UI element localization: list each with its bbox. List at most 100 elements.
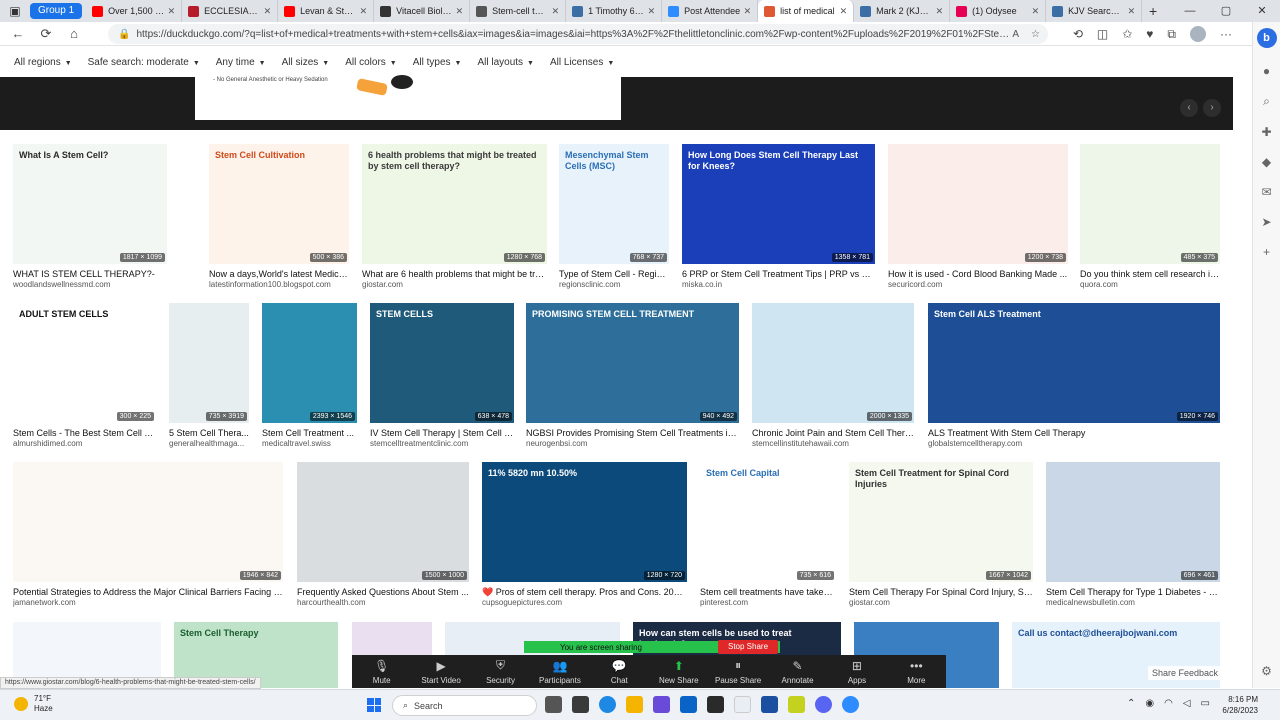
mail-icon[interactable] [680, 696, 697, 713]
favorite-star-icon[interactable]: ☆ [1031, 29, 1040, 40]
result-thumbnail[interactable]: 696 × 461 [1046, 462, 1220, 582]
chrome-icon[interactable] [734, 696, 751, 713]
tab-close-icon[interactable]: ✕ [1128, 6, 1136, 17]
read-aloud-icon[interactable]: A [1012, 29, 1019, 40]
image-result-card[interactable]: 2393 × 1546 Stem Cell Treatment ... medica… [262, 303, 357, 453]
weather-widget[interactable]: 71°F Haze [14, 694, 53, 714]
filter-dropdown[interactable]: All Licenses ▼ [550, 57, 614, 68]
filter-dropdown[interactable]: Safe search: moderate ▼ [88, 57, 200, 68]
result-source[interactable]: jamanetwork.com [13, 598, 283, 607]
refresh-button[interactable]: ⟳ [32, 26, 60, 42]
result-title[interactable]: Stem Cells - The Best Stem Cell Tr... [13, 428, 156, 438]
files-icon[interactable] [626, 696, 643, 713]
result-source[interactable]: medicalnewsbulletin.com [1046, 598, 1220, 607]
result-title[interactable]: NGBSI Provides Promising Stem Cell Treat… [526, 428, 739, 438]
result-source[interactable]: generalhealthmaga... [169, 439, 249, 448]
result-title[interactable]: WHAT IS STEM CELL THERAPY?- [13, 269, 167, 279]
result-source[interactable]: securicord.com [888, 280, 1068, 289]
filter-dropdown[interactable]: All layouts ▼ [477, 57, 534, 68]
browser-tab[interactable]: Levan & Stem ✕ [278, 0, 375, 22]
task-view-icon[interactable] [545, 696, 562, 713]
split-screen-icon[interactable]: ◫ [1097, 27, 1108, 41]
office-icon[interactable]: ◆ [1262, 155, 1271, 169]
result-thumbnail[interactable]: 2393 × 1546 [262, 303, 357, 423]
detail-image-preview[interactable]: - No General Anesthetic or Heavy Sedatio… [195, 75, 621, 120]
image-result-card[interactable]: 1200 × 738 How it is used - Cord Blood Ba… [888, 144, 1068, 294]
result-title[interactable]: Do you think stem cell research is... [1080, 269, 1220, 279]
result-title[interactable]: Stem Cell Treatment ... [262, 428, 357, 438]
result-thumbnail[interactable]: Stem Cell ALS Treatment 1920 × 746 [928, 303, 1220, 423]
outlook-icon[interactable]: ✉ [1261, 185, 1271, 199]
image-result-card[interactable]: How Long Does Stem Cell Therapy Last for… [682, 144, 875, 294]
new-tab-button[interactable]: + [1142, 3, 1164, 19]
browser-tab[interactable]: Vitacell Biologi ✕ [374, 0, 471, 22]
add-sidebar-app-icon[interactable]: + [1263, 245, 1270, 259]
browser-tab[interactable]: list of medical ✕ [758, 0, 855, 22]
zoom-start-video-button[interactable]: ▶ Start Video [411, 655, 470, 688]
collections-icon[interactable]: ⧉ [1167, 27, 1176, 42]
calendar-icon[interactable] [761, 696, 778, 713]
notification-icon[interactable]: ● [1263, 64, 1270, 78]
result-source[interactable]: neurogenbsi.com [526, 439, 739, 448]
battery-icon[interactable]: ▭ [1201, 698, 1210, 709]
tab-close-icon[interactable]: ✕ [168, 6, 176, 17]
zoom-app-icon[interactable] [842, 696, 859, 713]
image-result-card[interactable]: 11% 5820 mn 10.50% 1280 × 720 ❤️ Pros of s… [482, 462, 687, 612]
tab-close-icon[interactable]: ✕ [552, 6, 560, 17]
browser-tab[interactable]: Post Attendee ✕ [662, 0, 759, 22]
result-source[interactable]: regionsclinic.com [559, 280, 669, 289]
result-thumbnail[interactable]: 2000 × 1335 [752, 303, 914, 423]
tab-actions-icon[interactable]: ▣ [0, 0, 30, 22]
result-source[interactable]: miska.co.in [682, 280, 875, 289]
result-thumbnail[interactable]: Mesenchymal Stem Cells (MSC) 768 × 737 [559, 144, 669, 264]
result-title[interactable]: Now a days,World's latest Medical... [209, 269, 349, 279]
result-source[interactable]: woodlandswellnessmd.com [13, 280, 167, 289]
result-title[interactable]: ALS Treatment With Stem Cell Therapy [928, 428, 1220, 438]
discord-icon[interactable] [815, 696, 832, 713]
image-result-card[interactable]: 1500 × 1000 Frequently Asked Questions Ab… [297, 462, 469, 612]
tab-close-icon[interactable]: ✕ [744, 6, 752, 17]
back-button[interactable]: ← [4, 26, 32, 41]
zoom-new-share-button[interactable]: ⬆ New Share [649, 655, 708, 688]
tab-close-icon[interactable]: ✕ [1032, 6, 1040, 17]
maximize-button[interactable]: ▢ [1208, 0, 1244, 22]
favorites-icon[interactable]: ✩ [1122, 27, 1132, 41]
filter-dropdown[interactable]: All colors ▼ [345, 57, 397, 68]
browser-tab[interactable]: 1 Timothy 6 (K ✕ [566, 0, 663, 22]
result-thumbnail[interactable]: Stem Cell Treatment for Spinal Cord Inju… [849, 462, 1033, 582]
result-source[interactable]: quora.com [1080, 280, 1220, 289]
result-thumbnail[interactable]: 485 × 375 [1080, 144, 1220, 264]
volume-icon[interactable]: ◁ [1183, 698, 1191, 709]
result-title[interactable]: Potential Strategies to Address the Majo… [13, 587, 283, 597]
taskbar-search[interactable]: ⌕ Search [392, 695, 537, 716]
image-result-card[interactable]: Stem Cell Capital 735 × 616 Stem cell trea… [700, 462, 836, 612]
result-thumbnail[interactable]: ADULT STEM CELLS 300 × 225 [13, 303, 156, 423]
result-source[interactable]: cupsoguepictures.com [482, 598, 687, 607]
taskbar-clock[interactable]: 8:16 PM 6/28/2023 [1222, 694, 1258, 716]
result-source[interactable]: giostar.com [362, 280, 547, 289]
result-title[interactable]: 6 PRP or Stem Cell Treatment Tips | PRP … [682, 269, 875, 279]
image-result-card[interactable]: Stem Cell ALS Treatment 1920 × 746 ALS Tre… [928, 303, 1220, 453]
result-thumbnail[interactable]: STEM CELLS 638 × 478 [370, 303, 514, 423]
store-icon[interactable] [707, 696, 724, 713]
detail-next-button[interactable]: › [1203, 99, 1221, 117]
tab-close-icon[interactable]: ✕ [264, 6, 272, 17]
result-source[interactable]: harcourthealth.com [297, 598, 469, 607]
result-title[interactable]: ❤️ Pros of stem cell therapy. Pros and C… [482, 587, 687, 598]
zoom-apps-button[interactable]: ⊞ Apps [827, 655, 886, 688]
norton-icon[interactable] [788, 696, 805, 713]
result-source[interactable]: almurshidimed.com [13, 439, 156, 448]
result-source[interactable]: stemcelltreatmentclinic.com [370, 439, 514, 448]
sidebar-settings-icon[interactable]: ⚙ [1261, 664, 1272, 678]
result-title[interactable]: Chronic Joint Pain and Stem Cell Thera..… [752, 428, 914, 438]
result-title[interactable]: Stem cell treatments have taken ... [700, 587, 836, 597]
result-thumbnail[interactable]: What Is A Stem Cell? 1817 × 1099 [13, 144, 167, 264]
result-title[interactable]: How it is used - Cord Blood Banking Made… [888, 269, 1068, 279]
result-title[interactable]: What are 6 health problems that might be… [362, 269, 547, 279]
result-thumbnail[interactable]: 735 × 3919 [169, 303, 249, 423]
result-source[interactable]: giostar.com [849, 598, 1033, 607]
tab-close-icon[interactable]: ✕ [456, 6, 464, 17]
tab-close-icon[interactable]: ✕ [648, 6, 656, 17]
image-result-card[interactable]: 735 × 3919 5 Stem Cell Thera... generalhea… [169, 303, 249, 453]
tab-close-icon[interactable]: ✕ [360, 6, 368, 17]
